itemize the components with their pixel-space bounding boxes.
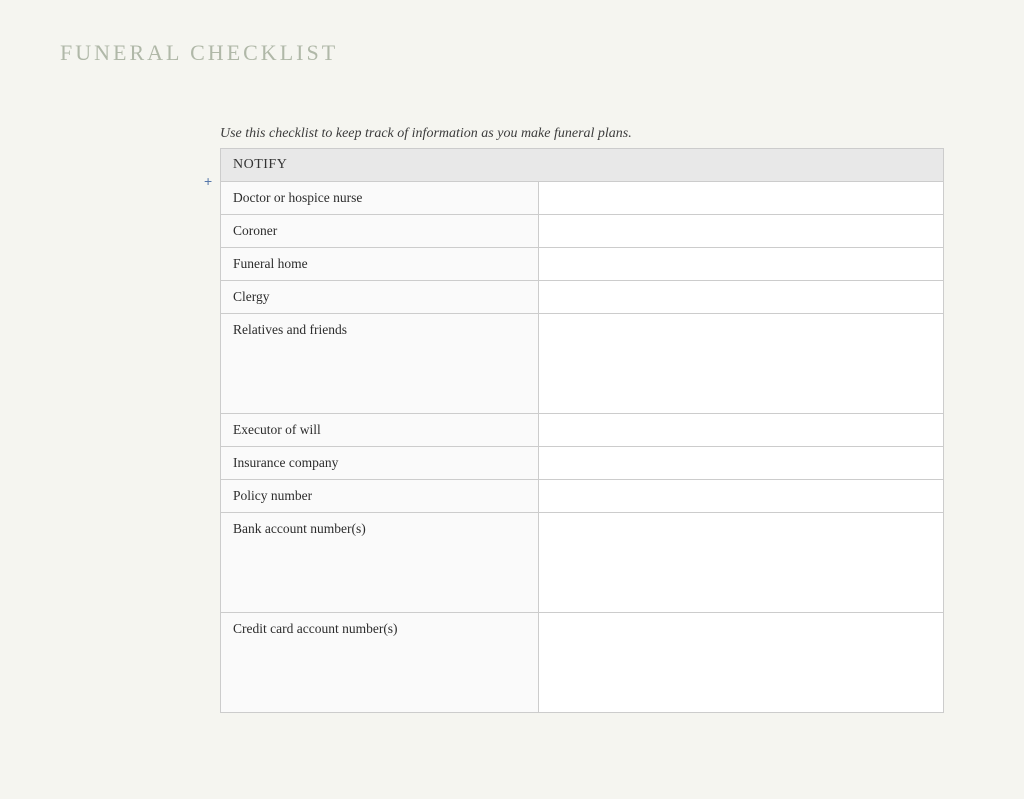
row-value[interactable] (539, 513, 944, 613)
row-value[interactable] (539, 414, 944, 447)
checklist-container: + NOTIFY Doctor or hospice nurseCoronerF… (220, 148, 944, 713)
row-label: Executor of will (221, 414, 539, 447)
add-row-button[interactable]: + (204, 174, 212, 188)
table-row: Clergy (221, 281, 944, 314)
table-row: Executor of will (221, 414, 944, 447)
row-value[interactable] (539, 480, 944, 513)
row-label: Funeral home (221, 248, 539, 281)
table-row: Bank account number(s) (221, 513, 944, 613)
row-label: Relatives and friends (221, 314, 539, 414)
table-row: Coroner (221, 215, 944, 248)
row-label: Coroner (221, 215, 539, 248)
row-label: Insurance company (221, 447, 539, 480)
row-label: Clergy (221, 281, 539, 314)
table-row: Policy number (221, 480, 944, 513)
row-value[interactable] (539, 447, 944, 480)
row-value[interactable] (539, 248, 944, 281)
row-value[interactable] (539, 613, 944, 713)
row-value[interactable] (539, 215, 944, 248)
row-label: Bank account number(s) (221, 513, 539, 613)
table-row: Credit card account number(s) (221, 613, 944, 713)
row-label: Doctor or hospice nurse (221, 182, 539, 215)
row-value[interactable] (539, 314, 944, 414)
table-row: Doctor or hospice nurse (221, 182, 944, 215)
table-row: Insurance company (221, 447, 944, 480)
row-value[interactable] (539, 182, 944, 215)
row-label: Policy number (221, 480, 539, 513)
intro-text: Use this checklist to keep track of info… (220, 126, 964, 142)
table-row: Relatives and friends (221, 314, 944, 414)
table-row: Funeral home (221, 248, 944, 281)
page-title: FUNERAL CHECKLIST (60, 40, 964, 66)
row-label: Credit card account number(s) (221, 613, 539, 713)
table-header: NOTIFY (221, 149, 944, 182)
notify-table: NOTIFY Doctor or hospice nurseCoronerFun… (220, 148, 944, 713)
row-value[interactable] (539, 281, 944, 314)
